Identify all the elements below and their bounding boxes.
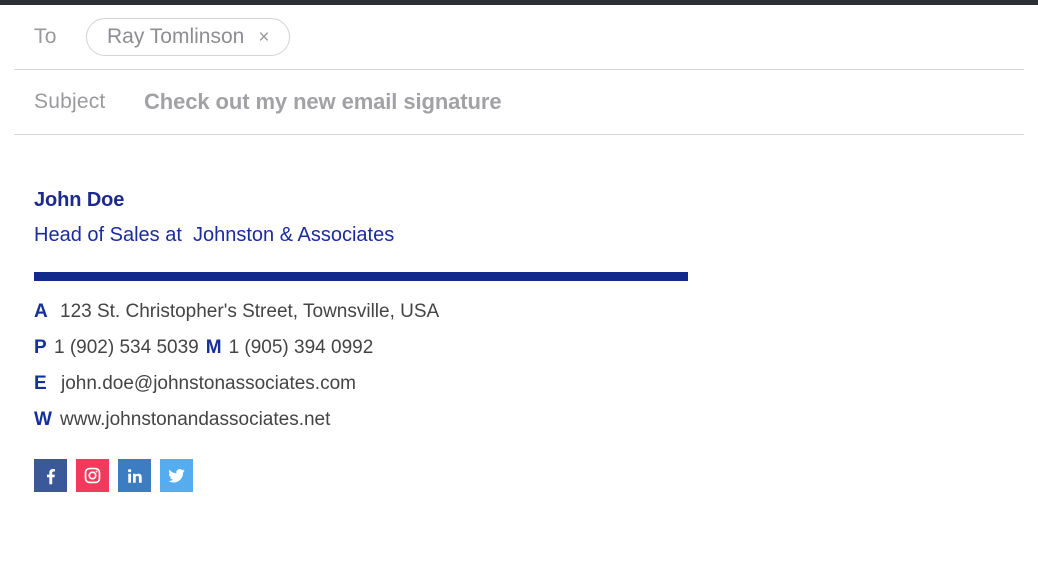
contact-address-key: A: [34, 301, 48, 322]
recipient-name: Ray Tomlinson: [107, 25, 245, 48]
contact-email-line: E john.doe@johnstonassociates.com: [34, 374, 794, 393]
contact-phone-value: 1 (902) 534 5039: [54, 337, 199, 358]
contact-email-value[interactable]: john.doe@johnstonassociates.com: [61, 374, 356, 393]
email-compose-window: To Ray Tomlinson × Subject Check out my …: [0, 0, 1038, 583]
instagram-icon[interactable]: [76, 459, 109, 492]
contact-address-value: 123 St. Christopher's Street, Townsville…: [60, 301, 440, 322]
social-links-row: [34, 459, 794, 492]
subject-label: Subject: [34, 90, 106, 113]
compose-header: To Ray Tomlinson × Subject Check out my …: [0, 5, 1038, 135]
contact-website-line: W www.johnstonandassociates.net: [34, 410, 794, 429]
recipient-chip-ray-tomlinson[interactable]: Ray Tomlinson ×: [86, 18, 291, 56]
signature-divider-bar: [34, 272, 688, 281]
twitter-icon[interactable]: [160, 459, 193, 492]
to-label: To: [34, 25, 57, 48]
linkedin-icon[interactable]: [118, 459, 151, 492]
signature-job-title: Head of Sales at Johnston & Associates: [34, 224, 395, 246]
contact-website-key: W: [34, 409, 52, 430]
contact-website-value[interactable]: www.johnstonandassociates.net: [60, 410, 330, 429]
subject-field-row[interactable]: Subject Check out my new email signature: [14, 70, 1024, 135]
contact-mobile-key: M: [205, 337, 222, 358]
signature-name: John Doe: [34, 189, 125, 211]
contact-address-line: A 123 St. Christopher's Street, Townsvil…: [34, 302, 794, 321]
close-icon[interactable]: ×: [258, 28, 269, 47]
to-field-row[interactable]: To Ray Tomlinson ×: [14, 5, 1024, 70]
contact-phone-line: P 1 (902) 534 5039 M 1 (905) 394 0992: [34, 338, 794, 357]
contact-email-key: E: [34, 373, 47, 394]
subject-input[interactable]: Check out my new email signature: [144, 89, 502, 115]
facebook-icon[interactable]: [34, 459, 67, 492]
contact-mobile-value: 1 (905) 394 0992: [228, 337, 374, 358]
email-signature-block: John Doe Head of Sales at Johnston & Ass…: [34, 190, 794, 492]
contact-phone-key: P: [34, 337, 47, 358]
